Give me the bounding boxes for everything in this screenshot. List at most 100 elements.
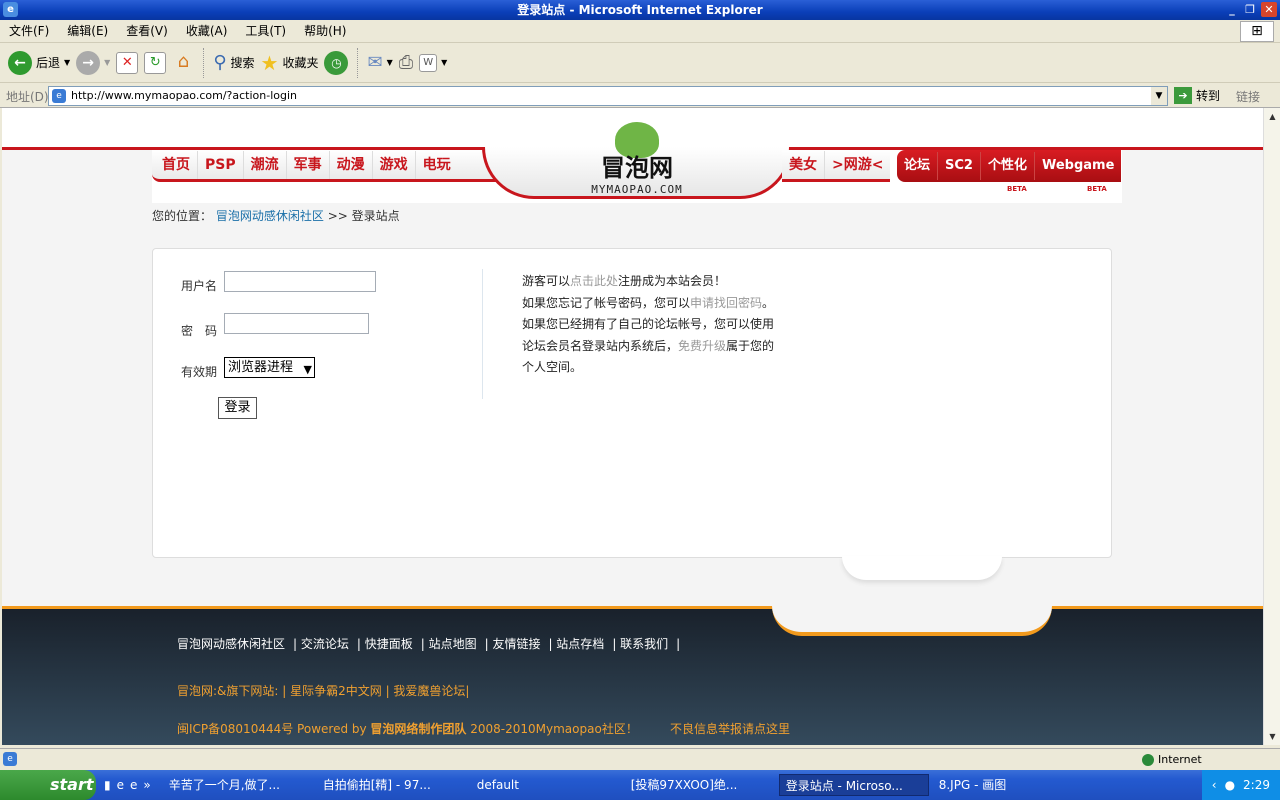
info-text: 。	[762, 295, 775, 310]
word-icon: W	[419, 53, 438, 72]
scroll-down-icon[interactable]: ▼	[1265, 729, 1280, 744]
info-text: 如果您忘记了帐号密码，您可以	[522, 295, 691, 310]
history-icon[interactable]: ◷	[324, 50, 349, 75]
team-link[interactable]: 冒泡网络制作团队	[370, 722, 466, 736]
address-input[interactable]: e http://www.mymaopao.com/?action-login ▼	[48, 86, 1168, 106]
footer-link-sitemap[interactable]: | 站点地图	[421, 637, 477, 651]
ie-icon[interactable]: e	[117, 778, 124, 792]
breadcrumb-home-link[interactable]: 冒泡网动感休闲社区	[216, 209, 324, 223]
username-input[interactable]	[224, 271, 376, 292]
scroll-up-icon[interactable]: ▲	[1265, 109, 1280, 124]
links-button[interactable]: 链接	[1236, 88, 1260, 105]
chevron-down-icon: ▼	[303, 363, 312, 376]
nav-console[interactable]: 电玩	[416, 151, 458, 179]
dropdown-arrow-icon[interactable]: ▼	[64, 58, 70, 67]
print-icon[interactable]: ⎙	[399, 52, 413, 73]
app-icon[interactable]: ▮	[104, 778, 111, 792]
favorites-button[interactable]: ★ 收藏夹	[261, 51, 319, 75]
nav-home[interactable]: 首页	[155, 150, 198, 179]
menu-help[interactable]: 帮助(H)	[295, 20, 355, 43]
window-title: 登录站点 - Microsoft Internet Explorer	[517, 3, 763, 17]
dropdown-arrow-icon[interactable]: ▼	[104, 58, 110, 67]
footer-link-friends[interactable]: | 友情链接	[485, 637, 541, 651]
nav-webgame[interactable]: Webgame	[1035, 152, 1121, 180]
nav-left: 首页 PSP 潮流 军事 动漫 游戏 电玩	[152, 150, 497, 182]
home-icon[interactable]: ⌂	[172, 51, 194, 74]
back-label: 后退	[36, 56, 61, 70]
menu-tools[interactable]: 工具(T)	[236, 20, 295, 43]
nav-right: 美女 >网游<	[782, 150, 891, 182]
footer-link-panel[interactable]: | 快捷面板	[357, 637, 413, 651]
nav-beauty[interactable]: 美女	[782, 150, 825, 179]
dropdown-arrow-icon: ▼	[441, 58, 448, 67]
qq-icon[interactable]: ●	[1225, 770, 1235, 800]
nav-personalize[interactable]: 个性化	[981, 152, 1035, 180]
mail-button[interactable]: ✉ ▼	[367, 52, 392, 73]
info-text: 个人空间。	[522, 360, 583, 375]
upgrade-link[interactable]: 免费升级	[678, 339, 726, 353]
nav-sc2[interactable]: SC2	[938, 152, 981, 180]
icp-text: 闽ICP备08010444号 Powered by	[177, 722, 371, 736]
ie-icon[interactable]: e	[130, 778, 137, 792]
vertical-scrollbar[interactable]: ▲ ▼	[1263, 108, 1280, 745]
taskbar-item[interactable]: 8.JPG - 画图	[933, 774, 1083, 796]
expiry-select[interactable]: 浏览器进程 ▼	[224, 357, 315, 378]
footer-link-forum[interactable]: | 交流论坛	[293, 637, 349, 651]
report-link[interactable]: 不良信息举报请点这里	[670, 720, 790, 737]
beta-badge: BETA	[1007, 185, 1027, 193]
menu-edit[interactable]: 编辑(E)	[58, 20, 117, 43]
page-icon: e	[52, 89, 66, 103]
footer-link-home[interactable]: 冒泡网动感休闲社区	[177, 637, 285, 651]
start-button[interactable]: start	[0, 770, 96, 800]
register-link[interactable]: 点击此处	[570, 274, 618, 288]
taskbar-item[interactable]: default	[471, 774, 621, 796]
taskbar-item[interactable]: 辛苦了一个月,做了...	[163, 774, 313, 796]
forward-button[interactable]: → ▼	[76, 50, 110, 75]
title-bar: e 登录站点 - Microsoft Internet Explorer _ ❐…	[0, 0, 1280, 20]
close-button[interactable]: ✕	[1261, 2, 1277, 17]
nav-psp[interactable]: PSP	[198, 150, 244, 179]
nav-forum[interactable]: 论坛	[897, 152, 939, 180]
minimize-button[interactable]: _	[1224, 2, 1240, 17]
info-text: 注册成为本站会员！	[618, 274, 727, 288]
info-text: 如果您已经拥有了自己的论坛帐号，您可以使用	[522, 317, 775, 332]
restore-button[interactable]: ❐	[1242, 2, 1258, 17]
recover-password-link[interactable]: 申请找回密码	[690, 296, 762, 310]
footer-link-contact[interactable]: | 联系我们	[612, 637, 668, 651]
nav-games[interactable]: 游戏	[373, 150, 416, 179]
menu-favorites[interactable]: 收藏(A)	[177, 20, 237, 43]
zone-label: Internet	[1158, 753, 1202, 766]
info-text: 属于您的	[726, 338, 775, 353]
nav-military[interactable]: 军事	[287, 150, 330, 179]
footer-separator: |	[676, 637, 681, 651]
footer-link-archive[interactable]: | 站点存档	[548, 637, 604, 651]
nav-online-games[interactable]: >网游<	[825, 151, 890, 179]
web-page: 首页 PSP 潮流 军事 动漫 游戏 电玩 冒泡网 MYMAOPAO.COM 美女 >网游< …	[2, 108, 1263, 745]
search-button[interactable]: ⚲ 搜索	[213, 52, 254, 73]
refresh-icon[interactable]: ↻	[144, 51, 167, 74]
address-dropdown-icon[interactable]: ▼	[1151, 87, 1167, 105]
more-icon[interactable]: »	[143, 778, 150, 792]
site-logo[interactable]: 冒泡网 MYMAOPAO.COM	[582, 122, 692, 196]
footer-sites[interactable]: 冒泡网:&旗下网站: | 星际争霸2中文网 | 我爱魔兽论坛|	[177, 682, 469, 699]
taskbar-item[interactable]: 自拍偷拍[精] - 97...	[317, 774, 467, 796]
search-label: 搜索	[230, 56, 255, 70]
back-button[interactable]: ← 后退 ▼	[8, 50, 70, 75]
edit-button[interactable]: W ▼	[419, 53, 448, 72]
taskbar-item[interactable]: [投稿97XXOO]绝...	[625, 774, 775, 796]
favorites-label: 收藏夹	[282, 56, 319, 70]
menu-file[interactable]: 文件(F)	[0, 20, 58, 43]
page-icon: e	[3, 752, 17, 766]
menu-bar: 文件(F) 编辑(E) 查看(V) 收藏(A) 工具(T) 帮助(H) ⊞	[0, 20, 1280, 43]
taskbar-item-active[interactable]: 登录站点 - Microso...	[778, 774, 929, 796]
menu-view[interactable]: 查看(V)	[117, 20, 177, 43]
nav-trend[interactable]: 潮流	[244, 150, 287, 179]
tray-expand-icon[interactable]: ‹	[1212, 770, 1217, 800]
system-tray: ‹ ● 2:29	[1201, 770, 1280, 800]
go-button[interactable]: ➔ 转到	[1174, 87, 1220, 104]
login-info: 游客可以点击此处注册成为本站会员！ 如果您忘记了帐号密码，您可以申请找回密码。 …	[522, 271, 774, 379]
stop-icon[interactable]: ✕	[116, 51, 139, 74]
nav-anime[interactable]: 动漫	[330, 150, 373, 179]
password-input[interactable]	[224, 313, 369, 334]
login-button[interactable]: 登录	[218, 397, 257, 419]
